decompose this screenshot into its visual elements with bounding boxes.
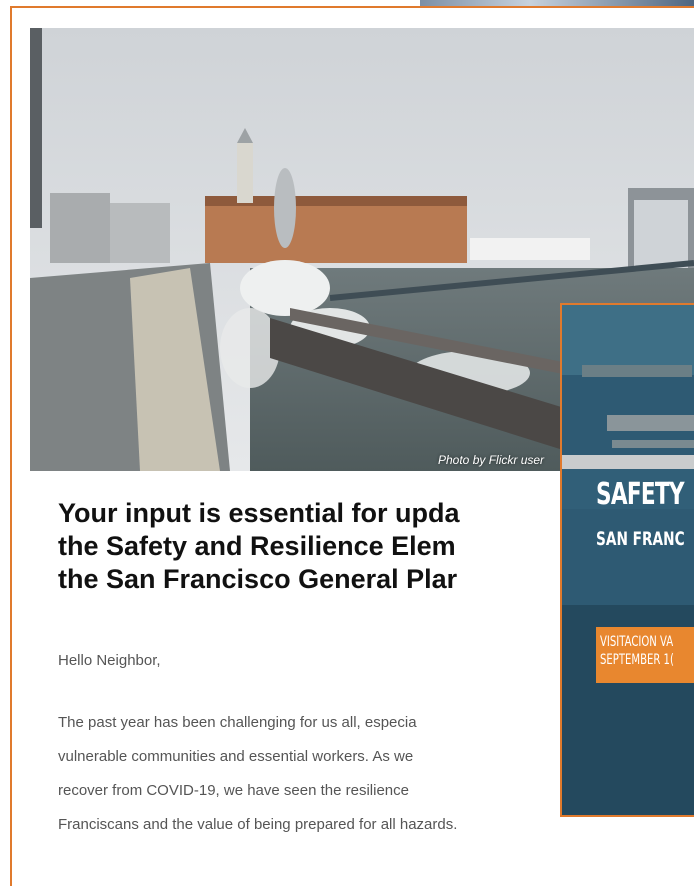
poster-event-badge: VISITACION VA SEPTEMBER 1( xyxy=(596,627,694,683)
poster-title: SAFETY xyxy=(596,477,685,512)
poster-subtitle: SAN FRANC xyxy=(596,528,685,550)
photo-credit: Photo by Flickr user xyxy=(438,453,545,467)
badge-line: VISITACION VA xyxy=(600,634,674,650)
event-poster-overlay[interactable]: SAFETY SAN FRANC VISITACION VA SEPTEMBER… xyxy=(560,303,694,817)
greeting: Hello Neighbor, xyxy=(58,652,161,669)
badge-line: SEPTEMBER 1( xyxy=(600,652,674,668)
headline-line: the San Francisco General Plar xyxy=(58,564,458,594)
headline-line: Your input is essential for upda xyxy=(58,498,460,528)
poster-aerial-image xyxy=(562,305,694,815)
headline: Your input is essential for upda the Saf… xyxy=(58,497,598,596)
headline-line: the Safety and Resilience Elem xyxy=(58,531,456,561)
